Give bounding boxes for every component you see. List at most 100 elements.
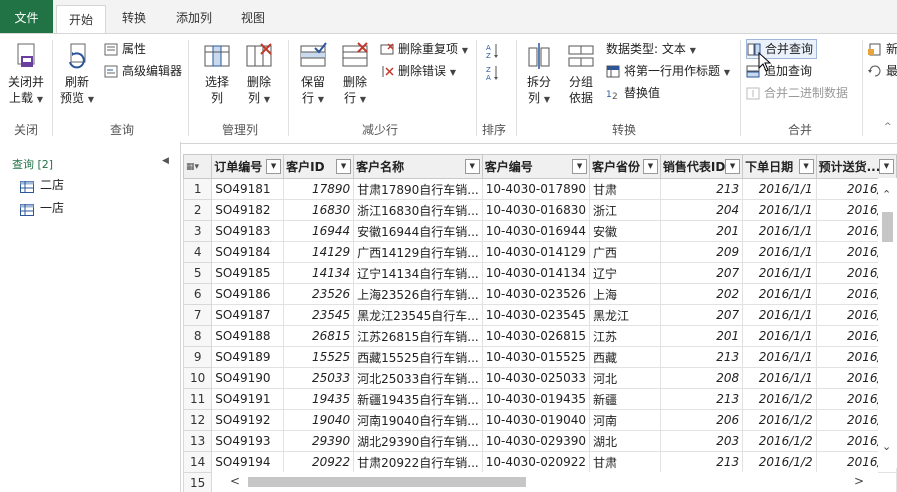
collapse-pane-icon[interactable]: ◀ <box>162 156 169 166</box>
scroll-right-icon[interactable]: > <box>854 474 864 488</box>
remove-columns-button[interactable]: 删除 列 ▼ <box>240 42 278 108</box>
use-first-row-headers-button[interactable]: 将第一行用作标题 ▼ <box>606 62 730 80</box>
append-queries-button[interactable]: 追加查询 <box>746 62 812 80</box>
filter-dropdown-icon[interactable]: ▼ <box>642 159 658 174</box>
table-cell[interactable]: 213 <box>659 178 744 200</box>
table-cell[interactable]: 201 <box>659 220 744 242</box>
filter-dropdown-icon[interactable]: ▼ <box>464 159 480 174</box>
table-cell[interactable]: 14129 <box>283 241 355 263</box>
table-cell[interactable]: SO49190 <box>211 367 285 389</box>
filter-dropdown-icon[interactable]: ▼ <box>879 159 894 174</box>
table-row[interactable]: 11 SO49191 19435 新疆19435自行车销... 10-4030-0194… <box>183 388 897 410</box>
close-and-load-button[interactable]: 关闭并 上载 ▼ <box>4 42 48 108</box>
row-number[interactable]: 3 <box>183 220 213 242</box>
table-cell[interactable]: 河北25033自行车销... <box>353 367 483 389</box>
table-cell[interactable]: SO49194 <box>211 451 285 473</box>
table-cell[interactable]: 14134 <box>283 262 355 284</box>
row-number[interactable]: 15 <box>183 472 213 492</box>
table-cell[interactable]: 广西 <box>589 241 661 263</box>
table-cell[interactable]: 10-4030-017890 <box>481 178 591 200</box>
query-item[interactable]: 二店 <box>20 176 64 194</box>
tab-add-column[interactable]: 添加列 <box>166 0 222 33</box>
table-cell[interactable]: 上海23526自行车销... <box>353 283 483 305</box>
table-cell[interactable]: 2016/1/2 <box>742 430 817 452</box>
collapse-ribbon-icon[interactable]: ^ <box>884 122 892 132</box>
table-cell[interactable]: 江苏26815自行车销... <box>353 325 483 347</box>
table-cell[interactable]: 213 <box>659 451 744 473</box>
filter-dropdown-icon[interactable]: ▼ <box>572 159 588 174</box>
table-cell[interactable]: 10-4030-019435 <box>481 388 591 410</box>
table-cell[interactable]: 10-4030-014129 <box>481 241 591 263</box>
table-cell[interactable]: 10-4030-016830 <box>481 199 591 221</box>
table-cell[interactable]: 206 <box>659 409 744 431</box>
table-cell[interactable]: 10-4030-019040 <box>481 409 591 431</box>
table-row[interactable]: 6 SO49186 23526 上海23526自行车销... 10-4030-02352… <box>183 283 897 305</box>
table-cell[interactable]: 河南19040自行车销... <box>353 409 483 431</box>
table-row[interactable]: 5 SO49185 14134 辽宁14134自行车销... 10-4030-01413… <box>183 262 897 284</box>
table-cell[interactable]: 10-4030-015525 <box>481 346 591 368</box>
table-cell[interactable]: 2016/1/1 <box>742 241 817 263</box>
remove-rows-button[interactable]: 删除 行 ▼ <box>336 42 374 108</box>
row-number[interactable]: 10 <box>183 367 213 389</box>
choose-columns-button[interactable]: 选择 列 <box>198 42 236 106</box>
table-cell[interactable]: 19435 <box>283 388 355 410</box>
scroll-up-icon[interactable]: ⌃ <box>882 188 891 201</box>
table-cell[interactable]: 2016/1/1 <box>742 346 817 368</box>
row-number[interactable]: 12 <box>183 409 213 431</box>
filter-dropdown-icon[interactable]: ▼ <box>725 159 741 174</box>
table-row[interactable]: 7 SO49187 23545 黑龙江23545自行车... 10-4030-02354… <box>183 304 897 326</box>
table-menu-button[interactable]: ▦▾ <box>183 154 213 179</box>
combine-binaries-button[interactable]: 合并二进制数据 <box>746 84 848 102</box>
table-cell[interactable]: 19040 <box>283 409 355 431</box>
tab-file[interactable]: 文件 <box>0 0 53 33</box>
column-header[interactable]: 客户省份 ▼ <box>589 154 661 179</box>
vertical-scrollbar[interactable]: ⌃ ⌄ <box>878 178 897 468</box>
table-cell[interactable]: 江苏 <box>589 325 661 347</box>
table-cell[interactable]: 广西14129自行车销... <box>353 241 483 263</box>
table-cell[interactable]: 2016/1/1 <box>742 283 817 305</box>
table-cell[interactable]: 河北 <box>589 367 661 389</box>
sort-descending-button[interactable]: ZA <box>486 62 504 82</box>
table-cell[interactable]: 浙江16830自行车销... <box>353 199 483 221</box>
scroll-left-icon[interactable]: < <box>230 474 240 488</box>
table-cell[interactable]: 新疆19435自行车销... <box>353 388 483 410</box>
table-row[interactable]: 3 SO49183 16944 安徽16944自行车销... 10-4030-01694… <box>183 220 897 242</box>
column-header[interactable]: 订单编号 ▼ <box>211 154 285 179</box>
table-cell[interactable]: 203 <box>659 430 744 452</box>
table-cell[interactable]: 2016/1/1 <box>742 325 817 347</box>
table-cell[interactable]: 10-4030-026815 <box>481 325 591 347</box>
tab-view[interactable]: 视图 <box>230 0 276 33</box>
table-cell[interactable]: 湖北29390自行车销... <box>353 430 483 452</box>
sort-ascending-button[interactable]: AZ <box>486 40 504 60</box>
table-row[interactable]: 4 SO49184 14129 广西14129自行车销... 10-4030-01412… <box>183 241 897 263</box>
keep-rows-button[interactable]: 保留 行 ▼ <box>294 42 332 108</box>
row-number[interactable]: 1 <box>183 178 213 200</box>
table-cell[interactable]: 甘肃17890自行车销... <box>353 178 483 200</box>
table-cell[interactable]: 安徽16944自行车销... <box>353 220 483 242</box>
properties-button[interactable]: 属性 <box>104 40 146 58</box>
table-cell[interactable]: 10-4030-025033 <box>481 367 591 389</box>
table-cell[interactable]: 10-4030-020922 <box>481 451 591 473</box>
row-number[interactable]: 6 <box>183 283 213 305</box>
table-cell[interactable]: SO49186 <box>211 283 285 305</box>
table-cell[interactable]: 23545 <box>283 304 355 326</box>
table-row[interactable]: 13 SO49193 29390 湖北29390自行车销... 10-4030-0293… <box>183 430 897 452</box>
scroll-down-icon[interactable]: ⌄ <box>882 440 891 453</box>
tab-home[interactable]: 开始 <box>56 5 106 34</box>
row-number[interactable]: 8 <box>183 325 213 347</box>
table-cell[interactable]: 10-4030-014134 <box>481 262 591 284</box>
column-header[interactable]: 客户编号 ▼ <box>481 154 591 179</box>
table-cell[interactable]: 辽宁 <box>589 262 661 284</box>
table-cell[interactable]: 2016/1/1 <box>742 262 817 284</box>
table-cell[interactable]: 204 <box>659 199 744 221</box>
table-cell[interactable]: 213 <box>659 388 744 410</box>
table-cell[interactable]: 16830 <box>283 199 355 221</box>
table-cell[interactable]: 西藏15525自行车销... <box>353 346 483 368</box>
table-cell[interactable]: 新疆 <box>589 388 661 410</box>
table-cell[interactable]: 甘肃 <box>589 451 661 473</box>
table-cell[interactable]: 甘肃 <box>589 178 661 200</box>
merge-queries-button[interactable]: 合并查询 <box>746 39 818 59</box>
filter-dropdown-icon[interactable]: ▼ <box>266 159 282 174</box>
table-cell[interactable]: SO49191 <box>211 388 285 410</box>
table-cell[interactable]: SO49192 <box>211 409 285 431</box>
